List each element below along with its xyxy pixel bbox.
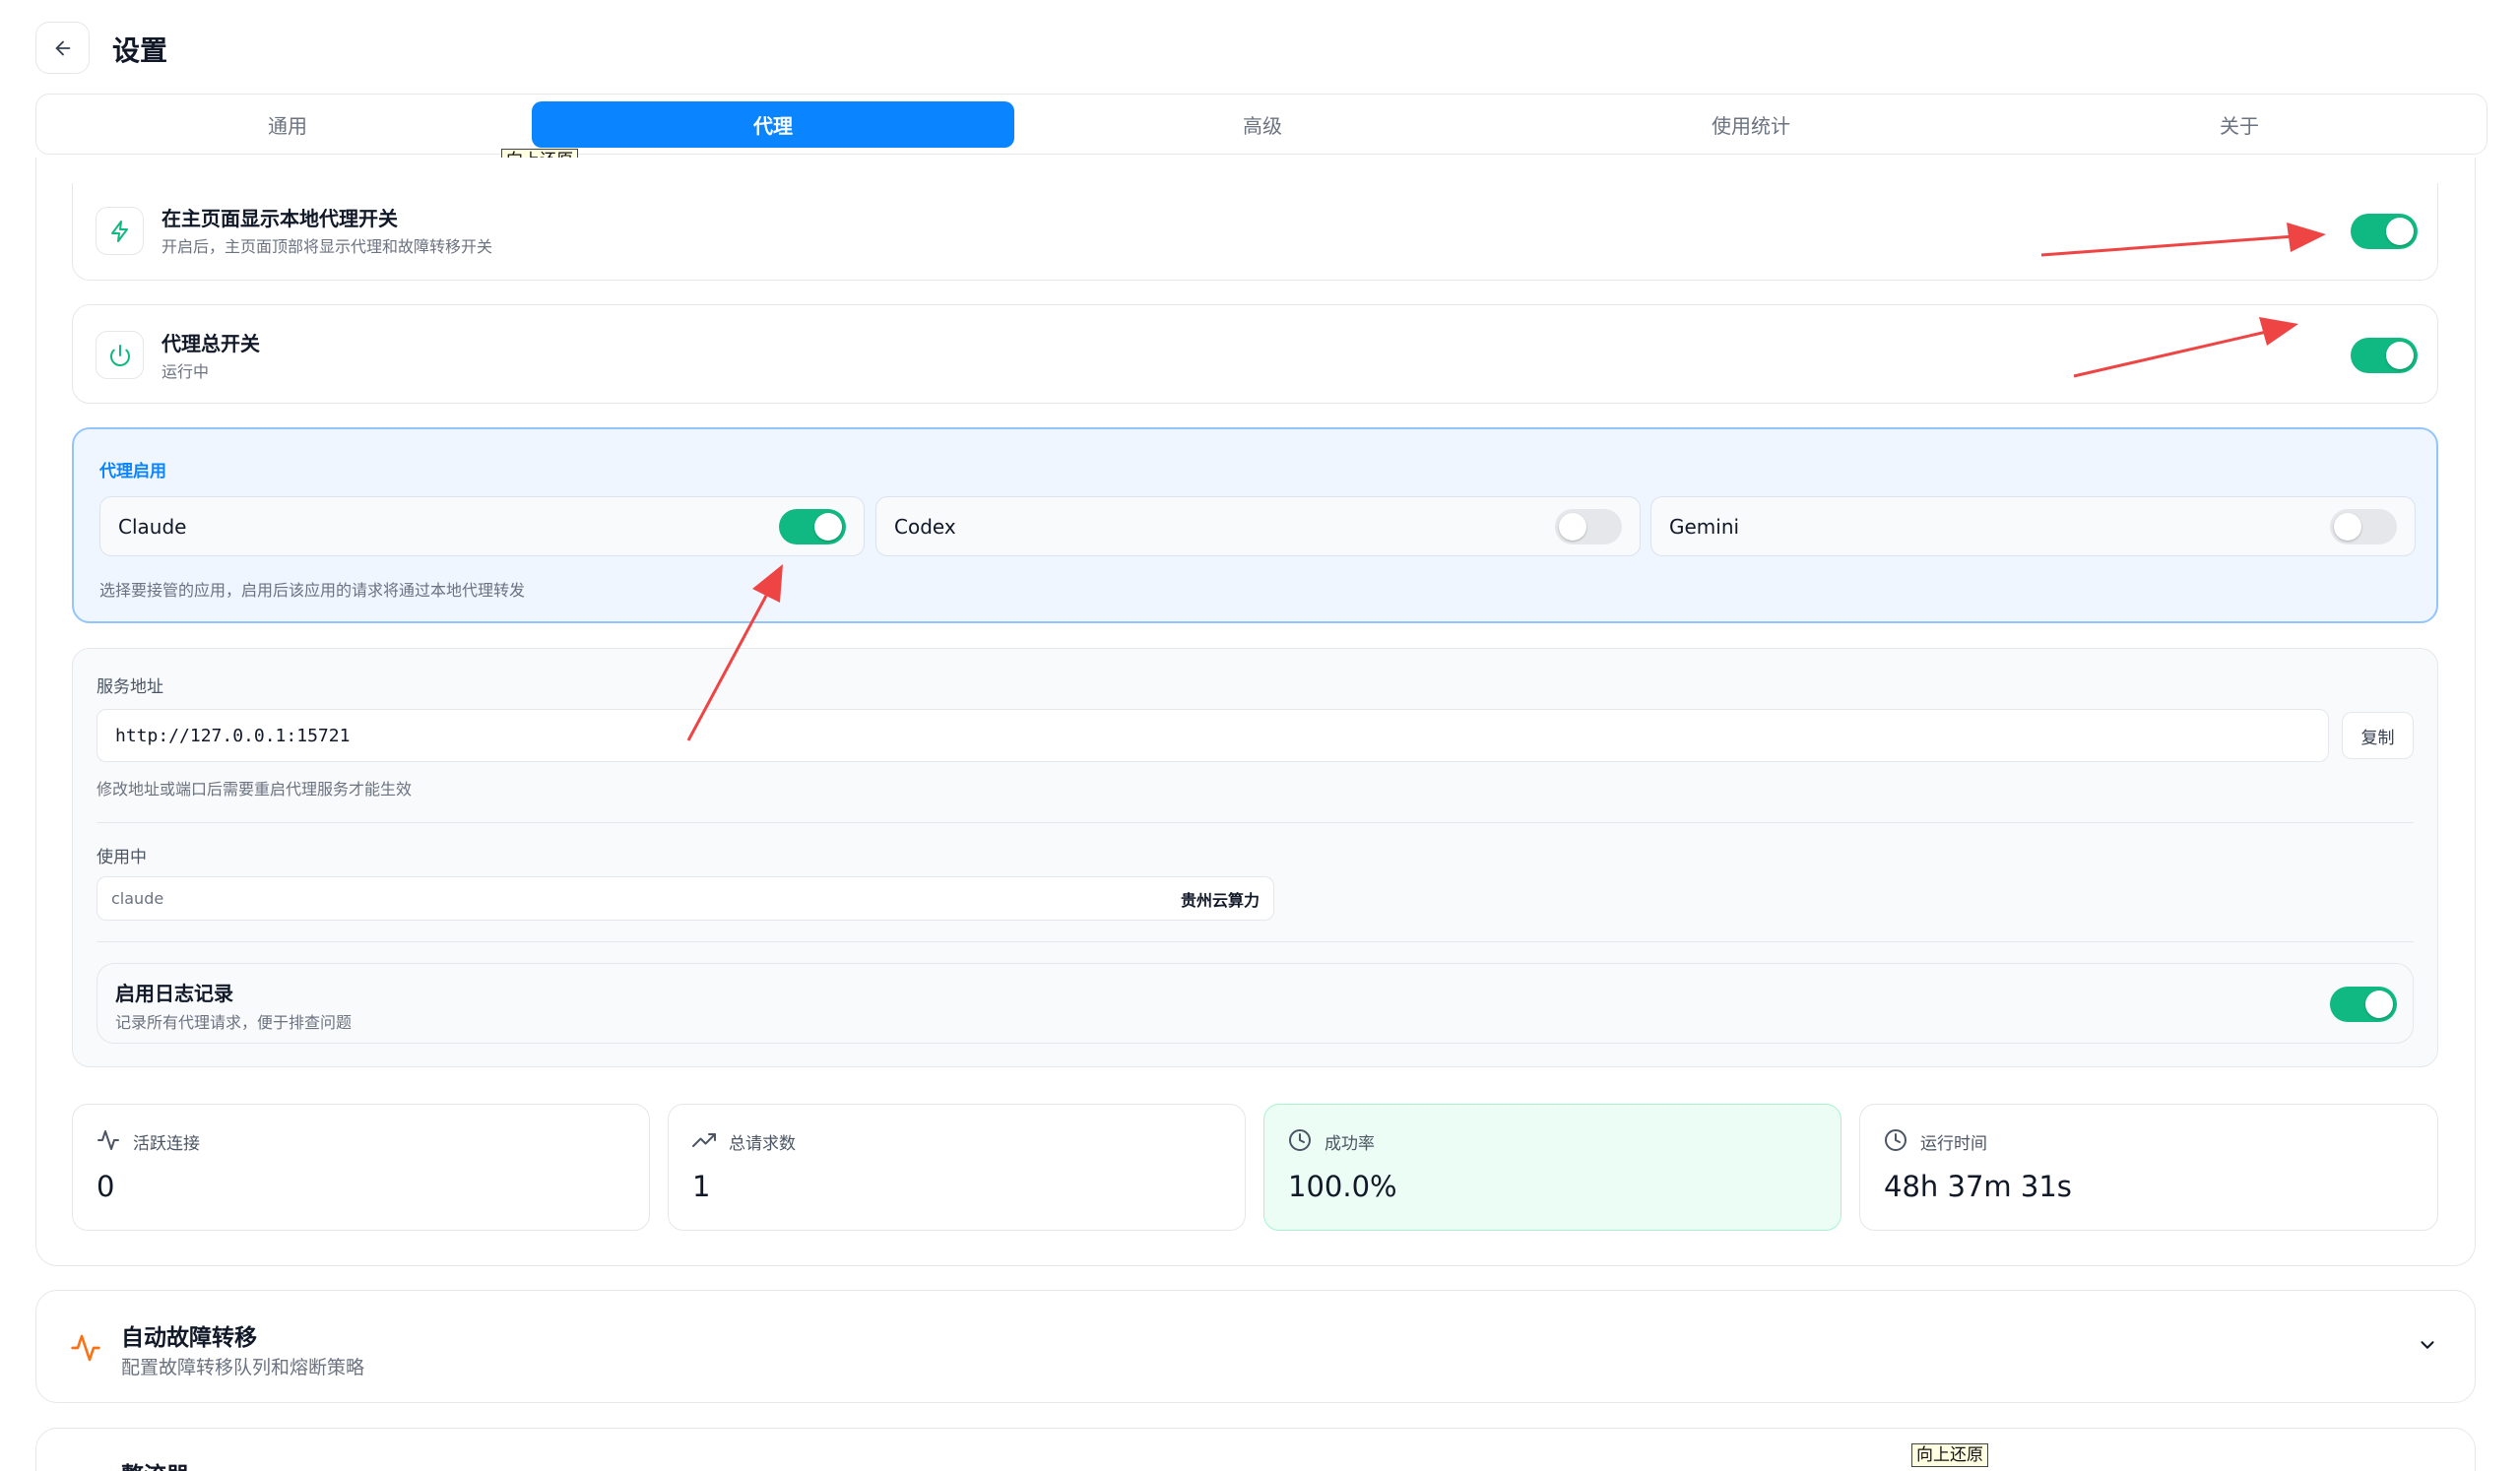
failover-desc: 配置故障转移队列和熔断策略 <box>121 1357 365 1378</box>
app-card-gemini[interactable]: Gemini <box>1650 496 2416 556</box>
stat-label: 成功率 <box>1325 1134 1375 1154</box>
show-switch-desc: 开启后，主页面顶部将显示代理和故障转移开关 <box>162 237 493 256</box>
chevron-down-icon[interactable] <box>2417 1334 2438 1356</box>
in-use-provider: 贵州云算力 <box>1180 890 1260 910</box>
clock-icon <box>1289 1129 1311 1151</box>
codex-toggle[interactable] <box>1555 508 1622 544</box>
back-button[interactable] <box>35 22 90 74</box>
stat-active-connections: 活跃连接 0 <box>72 1104 650 1231</box>
service-settings-card: 服务地址 http://127.0.0.1:15721 复制 修改地址或端口后需… <box>72 648 2438 1067</box>
gemini-toggle[interactable] <box>2330 508 2397 544</box>
stat-value: 1 <box>692 1170 711 1203</box>
tab-general[interactable]: 通用 <box>46 101 529 148</box>
activity-icon <box>97 1130 119 1150</box>
in-use-app: claude <box>111 889 164 908</box>
copy-button[interactable]: 复制 <box>2342 712 2414 759</box>
zap-icon-box <box>96 207 144 255</box>
service-address-label: 服务地址 <box>97 677 163 697</box>
service-address-value: http://127.0.0.1:15721 <box>115 725 351 746</box>
rectifier-title: 整流器 <box>121 1456 189 1471</box>
stat-label: 活跃连接 <box>133 1134 200 1154</box>
logging-desc: 记录所有代理请求，便于排查问题 <box>115 1013 353 1032</box>
proxy-master-switch-row: 代理总开关 运行中 <box>72 304 2438 404</box>
service-address-hint: 修改地址或端口后需要重启代理服务才能生效 <box>97 780 413 799</box>
master-switch-toggle[interactable] <box>2351 338 2418 373</box>
stat-value: 0 <box>97 1170 115 1203</box>
app-card-codex[interactable]: Codex <box>875 496 1641 556</box>
page-title: 设置 <box>112 34 168 67</box>
logging-row: 启用日志记录 记录所有代理请求，便于排查问题 <box>97 963 2414 1044</box>
failover-section[interactable]: 自动故障转移 配置故障转移队列和熔断策略 <box>35 1290 2476 1403</box>
master-switch-title: 代理总开关 <box>162 332 260 355</box>
power-icon-box <box>96 331 144 379</box>
divider <box>97 822 2414 823</box>
clock-icon <box>1885 1129 1906 1151</box>
failover-title: 自动故障转移 <box>121 1325 257 1351</box>
stat-uptime: 运行时间 48h 37m 31s <box>1859 1104 2438 1231</box>
app-card-claude[interactable]: Claude <box>99 496 865 556</box>
app-name-codex: Codex <box>894 514 956 539</box>
stat-total-requests: 总请求数 1 <box>668 1104 1246 1231</box>
stat-value: 48h 37m 31s <box>1884 1170 2072 1203</box>
rectifier-section[interactable]: 整流器 <box>35 1428 2476 1471</box>
app-name-claude: Claude <box>118 514 187 539</box>
app-name-gemini: Gemini <box>1669 514 1740 539</box>
logging-toggle[interactable] <box>2330 987 2397 1022</box>
master-switch-status: 运行中 <box>162 362 210 381</box>
show-switch-title: 在主页面显示本地代理开关 <box>162 207 398 230</box>
power-icon <box>109 344 130 366</box>
tab-proxy[interactable]: 代理 <box>532 101 1014 148</box>
show-switch-toggle[interactable] <box>2351 214 2418 249</box>
logging-title: 启用日志记录 <box>115 982 233 1005</box>
activity-icon <box>71 1334 100 1362</box>
in-use-field: claude 贵州云算力 <box>97 876 1274 921</box>
tab-about[interactable]: 关于 <box>1998 101 2481 148</box>
show-proxy-switch-row: 在主页面显示本地代理开关 开启后，主页面顶部将显示代理和故障转移开关 <box>72 183 2438 281</box>
proxy-apps-hint: 选择要接管的应用，启用后该应用的请求将通过本地代理转发 <box>99 581 526 600</box>
restore-tooltip: 向上还原 <box>1911 1443 1988 1467</box>
service-address-input[interactable]: http://127.0.0.1:15721 <box>97 709 2329 762</box>
tab-usage-stats[interactable]: 使用统计 <box>1510 101 1992 148</box>
stat-label: 总请求数 <box>729 1134 796 1154</box>
zap-icon <box>110 220 128 242</box>
divider <box>97 941 2414 942</box>
tab-bar: 通用 代理 高级 使用统计 关于 <box>35 94 2488 155</box>
stat-value: 100.0% <box>1288 1170 1397 1203</box>
stat-label: 运行时间 <box>1920 1134 1987 1154</box>
proxy-apps-card: 代理启用 Claude Codex Gemini 选择要接管的应用，启用后该应用… <box>72 427 2438 623</box>
proxy-apps-title: 代理启用 <box>99 462 166 481</box>
stat-success-rate: 成功率 100.0% <box>1263 1104 1842 1231</box>
in-use-label: 使用中 <box>97 848 147 867</box>
trending-up-icon <box>692 1133 716 1147</box>
tab-advanced[interactable]: 高级 <box>1021 101 1504 148</box>
arrow-left-icon <box>55 40 70 55</box>
claude-toggle[interactable] <box>779 508 846 544</box>
